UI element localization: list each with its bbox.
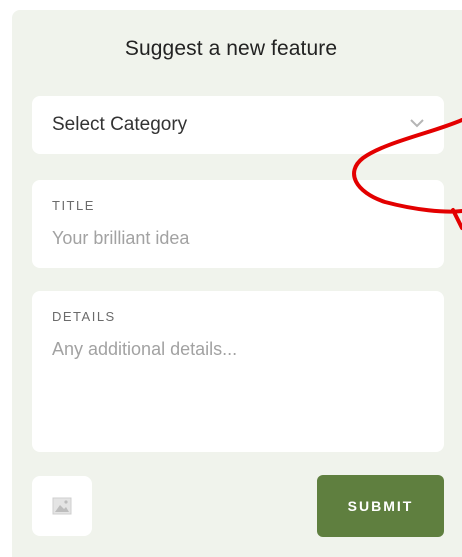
submit-button[interactable]: SUBMIT [317, 475, 444, 537]
image-icon [52, 497, 72, 515]
details-field-label: DETAILS [52, 309, 116, 324]
details-field[interactable]: DETAILS Any additional details... [32, 291, 444, 452]
panel-title: Suggest a new feature [124, 37, 338, 60]
chevron-down-icon [410, 119, 424, 128]
title-field-label: TITLE [52, 198, 95, 213]
attach-image-button[interactable] [32, 476, 92, 536]
title-field[interactable]: TITLE Your brilliant idea [32, 180, 444, 268]
category-select-value: Select Category [52, 114, 188, 135]
details-input[interactable]: Any additional details... [52, 339, 237, 360]
title-input[interactable]: Your brilliant idea [52, 228, 189, 249]
category-select[interactable]: Select Category [32, 96, 444, 154]
